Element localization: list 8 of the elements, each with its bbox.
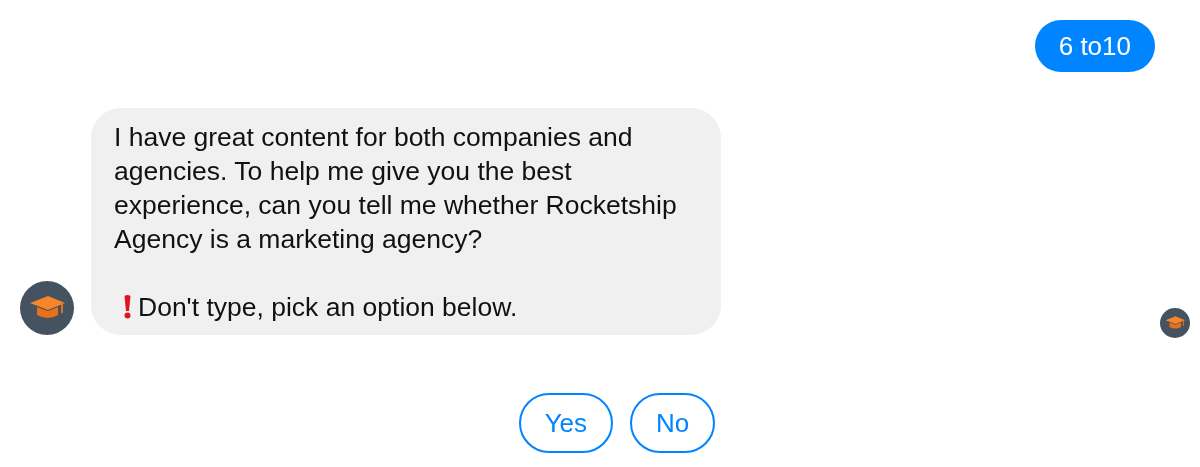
message-text: Don't type, pick an option below. bbox=[138, 291, 518, 324]
quick-reply-button[interactable]: No bbox=[630, 393, 716, 453]
message-text: I have great content for both companies and agencies. To help me give you the best experience, can you tell me whether Rocketship Agency is a marketing agency? bbox=[114, 121, 678, 256]
read-receipt-icon bbox=[1160, 308, 1190, 338]
quick-reply-button[interactable]: Yes bbox=[518, 393, 614, 453]
exclamation-icon bbox=[124, 295, 131, 319]
bot-avatar-icon bbox=[20, 281, 74, 335]
sent-message: 6 to10 bbox=[1034, 20, 1155, 72]
